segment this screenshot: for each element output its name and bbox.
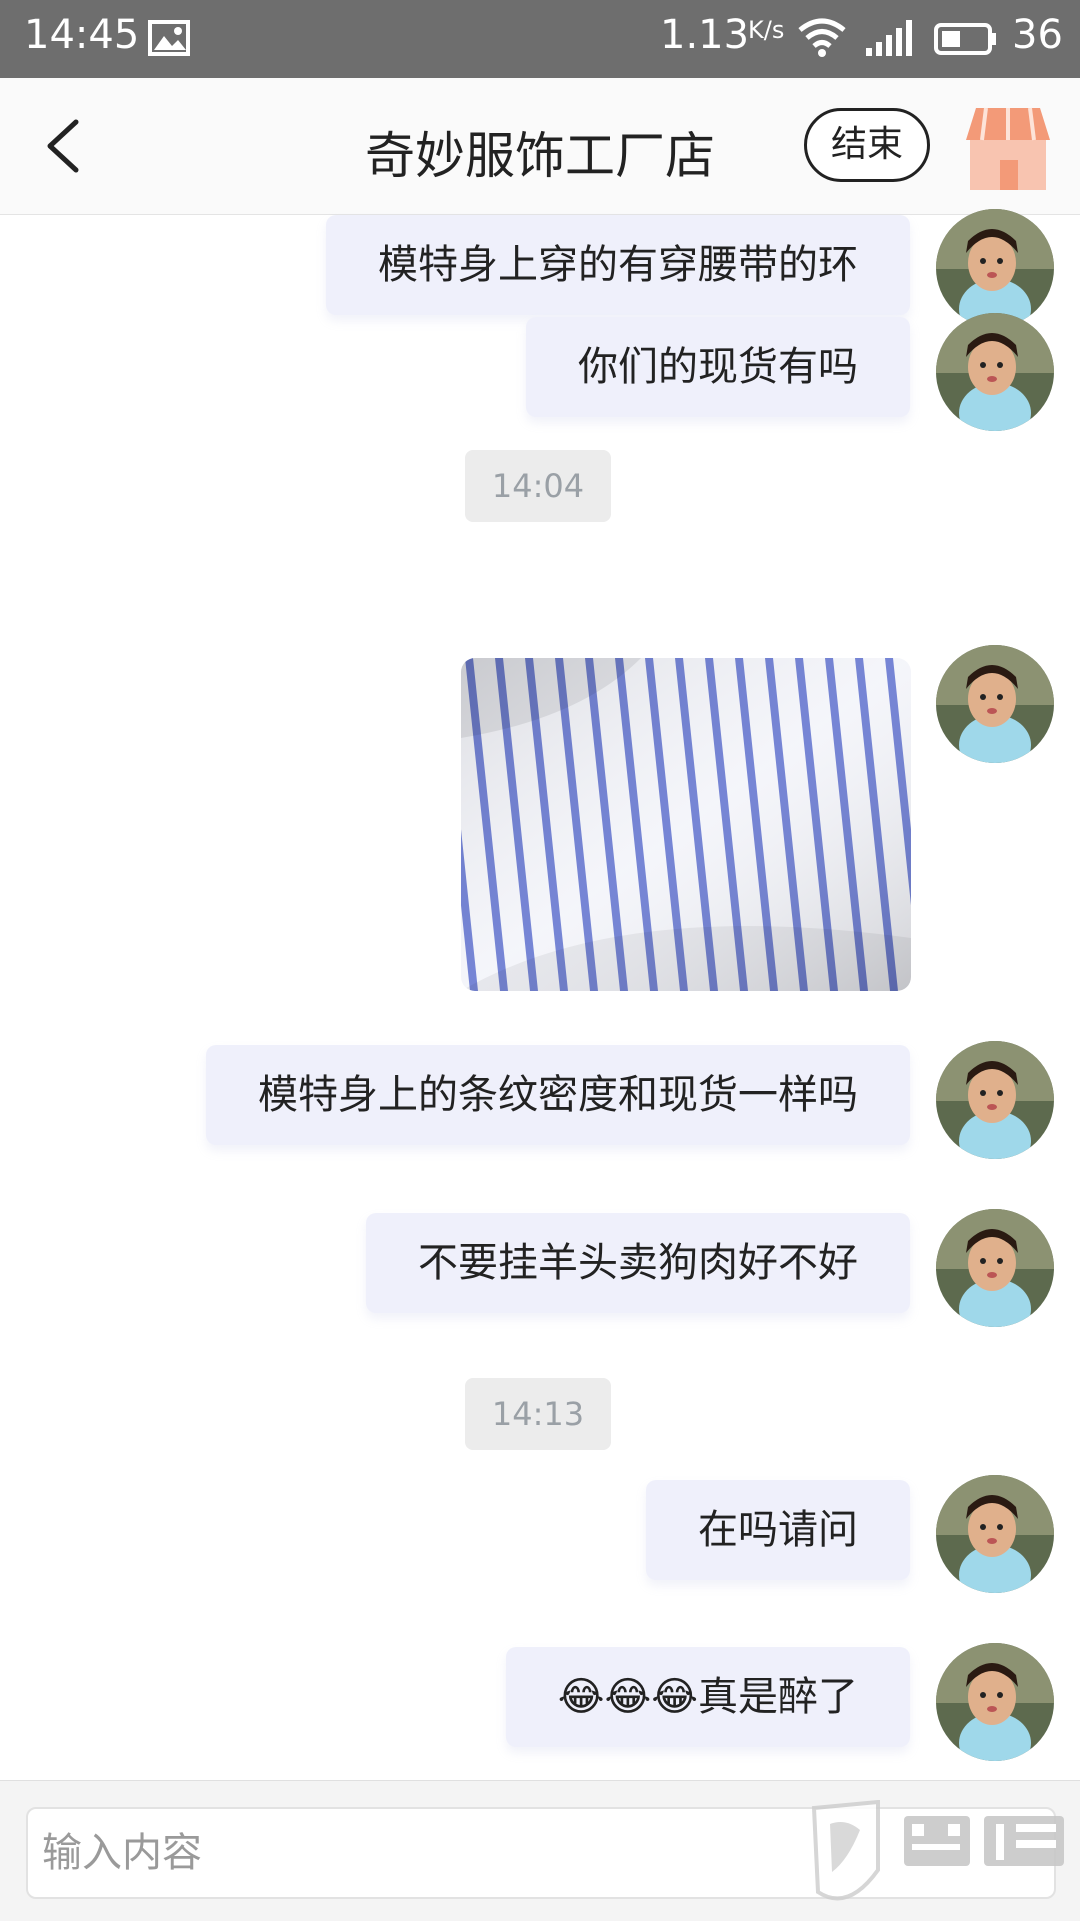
user-avatar[interactable] — [936, 1209, 1054, 1327]
message-bubble[interactable]: 不要挂羊头卖狗肉好不好 — [366, 1213, 910, 1313]
battery-icon — [934, 23, 996, 55]
user-avatar[interactable] — [936, 313, 1054, 431]
message-timestamp: 14:04 — [465, 450, 611, 522]
battery-level: 36 — [1012, 12, 1063, 58]
chat-header: 奇妙服饰工厂店 结束 — [0, 78, 1080, 215]
network-speed: 1.13 — [660, 12, 750, 58]
message-timestamp: 14:13 — [465, 1378, 611, 1450]
chat-messages[interactable]: 模特身上穿的有穿腰带的环 你们的现货有吗 14:04 模特身上的条纹密度和现货一… — [0, 209, 1080, 1780]
user-avatar[interactable] — [936, 1643, 1054, 1761]
message-bubble[interactable]: 模特身上的条纹密度和现货一样吗 — [206, 1045, 910, 1145]
striped-fabric-image — [461, 658, 911, 991]
wifi-icon — [798, 18, 846, 57]
signal-icon — [866, 20, 912, 56]
store-icon[interactable] — [962, 104, 1054, 192]
message-bubble[interactable]: 你们的现货有吗 — [526, 317, 910, 417]
user-avatar[interactable] — [936, 1041, 1054, 1159]
user-avatar[interactable] — [936, 1475, 1054, 1593]
status-bar: 14:45 1.13 K/s 36 — [0, 0, 1080, 78]
network-speed-unit: K/s — [748, 16, 785, 44]
fabric-image-message[interactable] — [461, 658, 911, 991]
status-time: 14:45 — [24, 12, 140, 58]
image-notification-icon — [148, 20, 190, 56]
back-arrow-icon[interactable] — [40, 116, 84, 176]
end-chat-button[interactable]: 结束 — [804, 108, 930, 182]
message-input[interactable] — [26, 1807, 1056, 1899]
user-avatar[interactable] — [936, 645, 1054, 763]
input-bar — [0, 1780, 1080, 1921]
message-bubble[interactable]: 在吗请问 — [646, 1480, 910, 1580]
message-bubble[interactable]: 😂😂😂真是醉了 — [505, 1647, 910, 1747]
user-avatar[interactable] — [936, 209, 1054, 327]
message-bubble[interactable]: 模特身上穿的有穿腰带的环 — [326, 215, 910, 315]
